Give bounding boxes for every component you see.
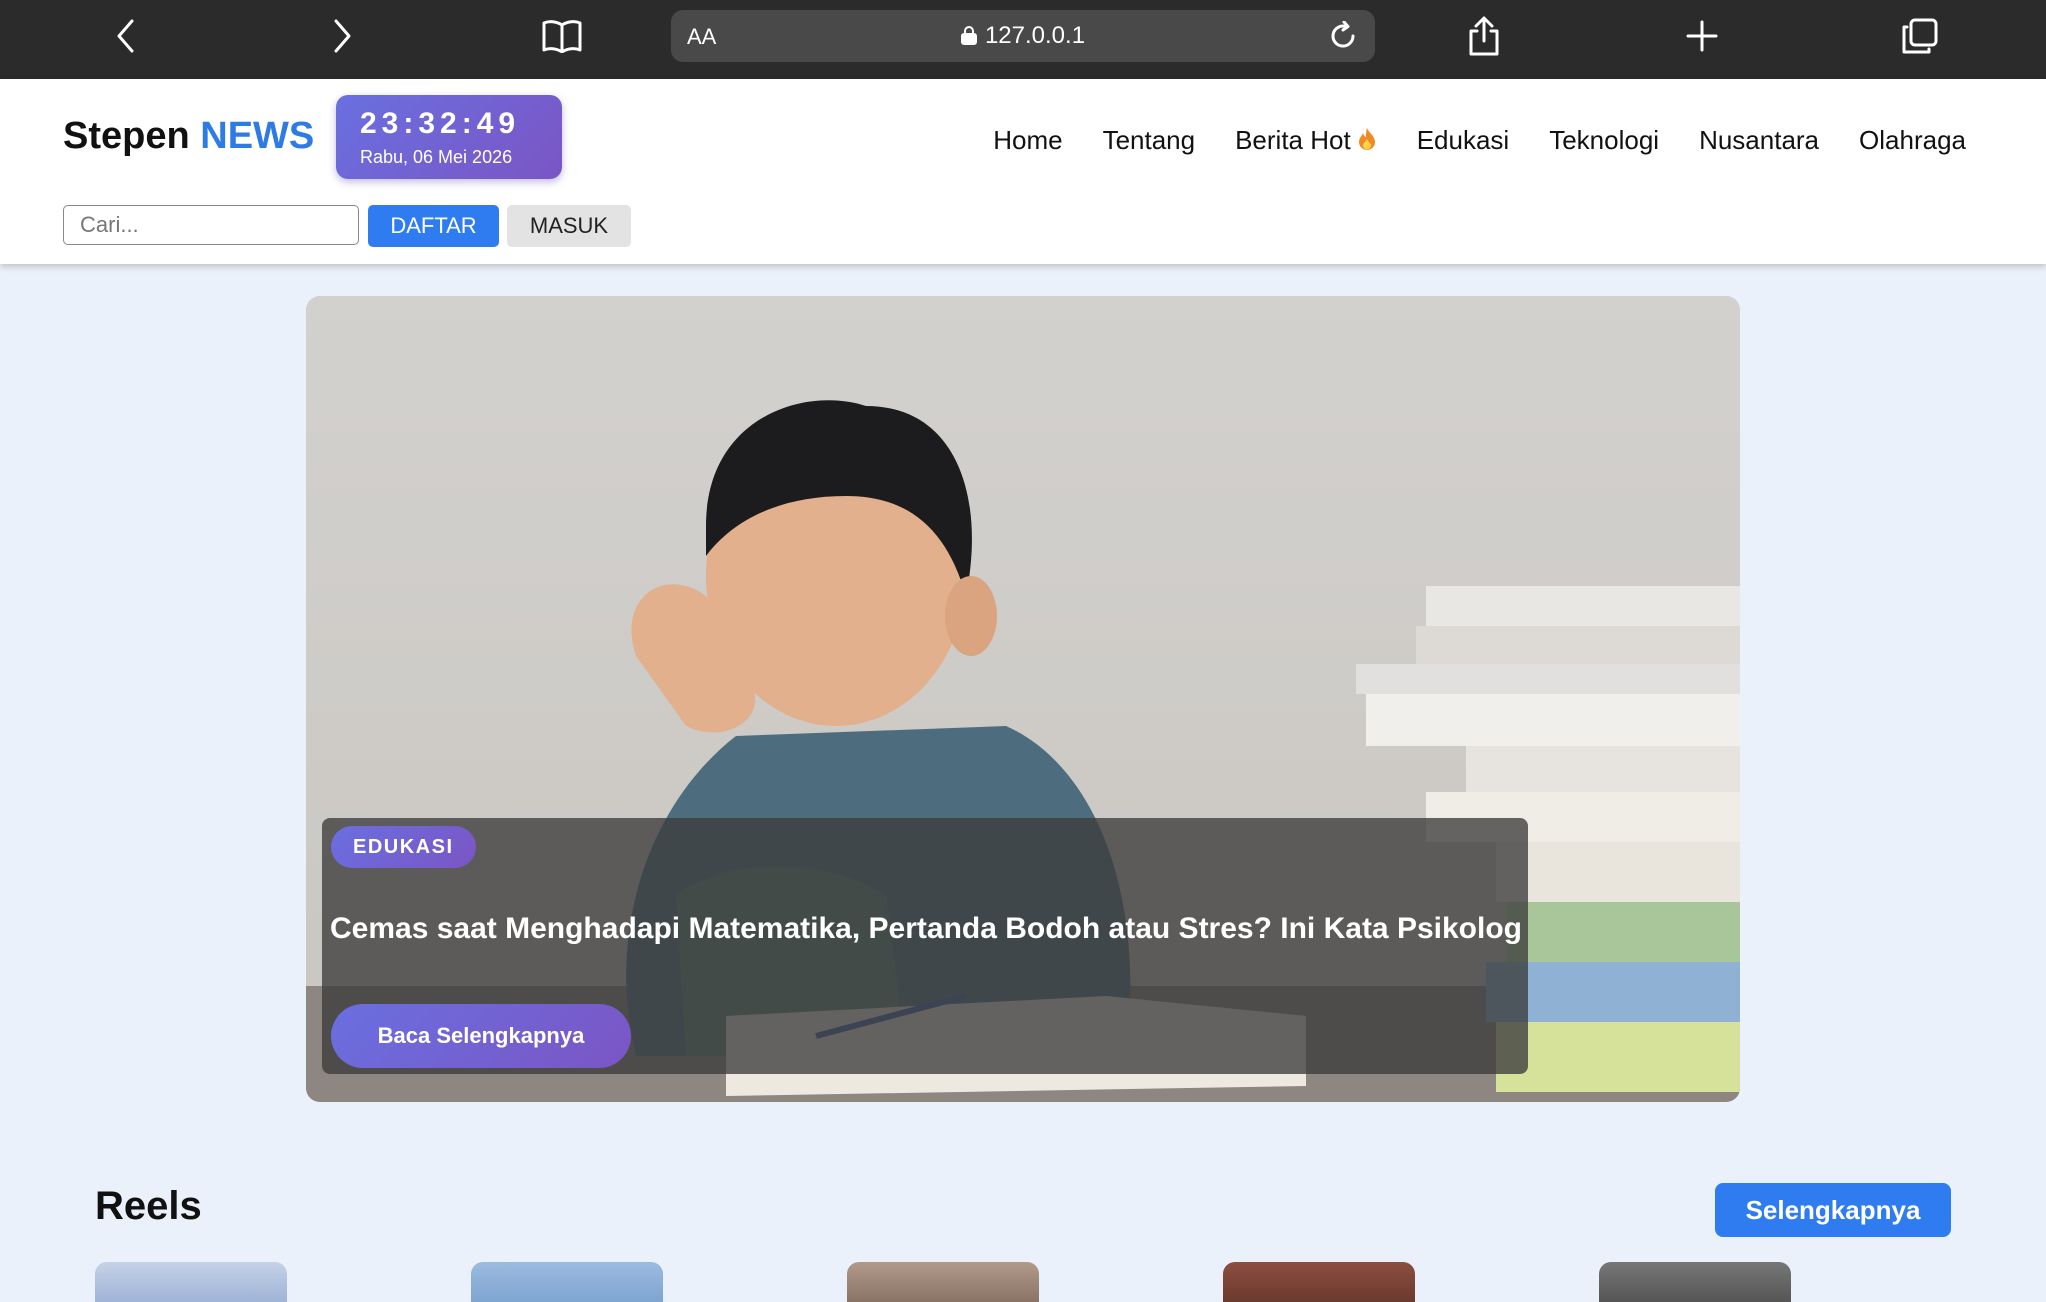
clock-time: 23:32:49 bbox=[360, 107, 521, 140]
search-input[interactable] bbox=[63, 205, 359, 245]
hero-banner[interactable]: EDUKASI Cemas saat Menghadapi Matematika… bbox=[306, 296, 1740, 1102]
reload-icon[interactable] bbox=[1325, 18, 1361, 54]
url-text: 127.0.0.1 bbox=[984, 22, 1086, 49]
logo-accent: NEWS bbox=[200, 115, 315, 157]
reels-heading: Reels bbox=[95, 1184, 202, 1228]
read-more-button[interactable]: Baca Selengkapnya bbox=[331, 1004, 631, 1068]
reel-thumbnail[interactable] bbox=[95, 1262, 287, 1302]
reel-thumbnail[interactable] bbox=[1599, 1262, 1791, 1302]
address-bar[interactable]: AA 127.0.0.1 bbox=[671, 10, 1375, 62]
clock-date: Rabu, 06 Mei 2026 bbox=[360, 147, 513, 167]
logo-main: Stepen bbox=[63, 115, 190, 157]
bookmarks-icon[interactable] bbox=[540, 14, 584, 58]
tabs-overview-icon[interactable] bbox=[1898, 14, 1942, 58]
nav-olahraga[interactable]: Olahraga bbox=[1859, 125, 1966, 158]
nav-berita-hot[interactable]: Berita Hot bbox=[1235, 125, 1377, 158]
category-badge[interactable]: EDUKASI bbox=[331, 826, 476, 868]
fire-icon bbox=[1357, 127, 1377, 158]
site-logo[interactable]: Stepen NEWS bbox=[63, 115, 314, 158]
share-icon[interactable] bbox=[1462, 14, 1506, 58]
reel-thumbnail[interactable] bbox=[847, 1262, 1039, 1302]
see-more-button[interactable]: Selengkapnya bbox=[1715, 1183, 1951, 1237]
nav-tentang[interactable]: Tentang bbox=[1103, 125, 1196, 158]
reel-thumbnail[interactable] bbox=[471, 1262, 663, 1302]
nav-teknologi[interactable]: Teknologi bbox=[1549, 125, 1659, 158]
site-header: Stepen NEWS 23:32:49 Rabu, 06 Mei 2026 H… bbox=[0, 79, 2046, 264]
back-icon[interactable] bbox=[104, 14, 148, 58]
lock-icon bbox=[960, 24, 977, 52]
nav-nusantara[interactable]: Nusantara bbox=[1699, 125, 1819, 158]
nav-edukasi[interactable]: Edukasi bbox=[1417, 125, 1510, 158]
main-nav: Home Tentang Berita Hot Edukasi Teknolog… bbox=[993, 125, 1966, 158]
login-button[interactable]: MASUK bbox=[507, 205, 631, 247]
nav-berita-hot-label: Berita Hot bbox=[1235, 125, 1351, 155]
reel-thumbnail[interactable] bbox=[1223, 1262, 1415, 1302]
clock-widget: 23:32:49 Rabu, 06 Mei 2026 bbox=[336, 95, 562, 179]
browser-toolbar: AA 127.0.0.1 bbox=[0, 0, 2046, 79]
new-tab-icon[interactable] bbox=[1680, 14, 1724, 58]
forward-icon[interactable] bbox=[320, 14, 364, 58]
url-field[interactable]: 127.0.0.1 bbox=[671, 22, 1375, 52]
nav-home[interactable]: Home bbox=[993, 125, 1062, 158]
headline-overlay: EDUKASI Cemas saat Menghadapi Matematika… bbox=[322, 818, 1528, 1074]
register-button[interactable]: DAFTAR bbox=[368, 205, 499, 247]
hero-title[interactable]: Cemas saat Menghadapi Matematika, Pertan… bbox=[330, 912, 1522, 946]
